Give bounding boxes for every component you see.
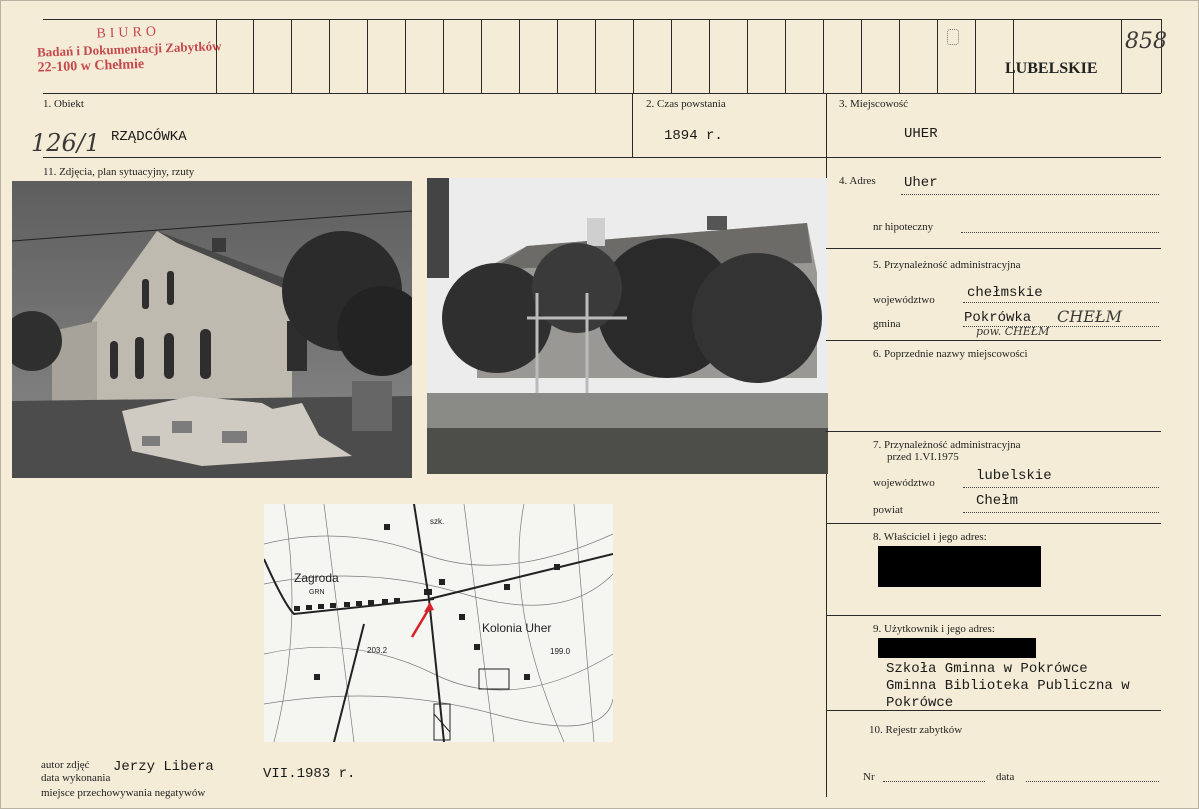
date-label: data wykonania	[41, 772, 111, 784]
map-label-grn: GRN	[309, 589, 325, 596]
register-nr-dotline	[883, 781, 985, 782]
sec5-bottom	[826, 340, 1161, 341]
building-photo-right	[427, 178, 828, 474]
header-column-rule	[899, 19, 900, 93]
header-column-rule	[709, 19, 710, 93]
building-photo-left	[12, 181, 412, 478]
sec7-bottom	[826, 523, 1161, 524]
mortgage-dotline	[961, 232, 1159, 233]
header-column-rule	[671, 19, 672, 93]
admin-commune-label: gmina	[873, 318, 901, 330]
admin-voivodeship-label: województwo	[873, 294, 935, 306]
user-line1: Szkoła Gminna w Pokrówce	[886, 661, 1088, 677]
admin-before-county-value: Chełm	[976, 493, 1019, 509]
admin-before-voivodeship-label: województwo	[873, 477, 935, 489]
admin-before-county-dotline	[963, 512, 1159, 513]
header-column-rule	[861, 19, 862, 93]
header-column-rule	[823, 19, 824, 93]
header-column-rule	[1121, 19, 1122, 93]
admin-before-voivodeship-dotline	[963, 487, 1159, 488]
header-column-rule	[937, 19, 938, 93]
user-line3: Pokrówce	[886, 695, 954, 711]
header-column-rule	[329, 19, 330, 93]
header-column-rule	[595, 19, 596, 93]
mortgage-label: nr hipoteczny	[873, 221, 934, 233]
period-label: 2. Czas powstania	[646, 98, 726, 110]
user-redaction	[878, 638, 1036, 658]
locality-label: 3. Miejscowość	[839, 98, 909, 110]
owner-redaction	[878, 546, 1041, 587]
header-column-rule	[785, 19, 786, 93]
admin-before-county-label: powiat	[873, 504, 903, 516]
sec8-bottom	[826, 615, 1161, 616]
inventory-card: BIURO Badań i Dokumentacji Zabytków 22-1…	[0, 0, 1199, 809]
header-column-rule	[481, 19, 482, 93]
location-map-image: Zagroda GRN Kolonia Uher 203.2 199.0 szk…	[264, 504, 613, 742]
sec6-bottom	[826, 431, 1161, 432]
admin-before-label2: przed 1.VI.1975	[887, 451, 959, 463]
photos-label: 11. Zdjęcia, plan sytuacyjny, rzuty	[43, 166, 195, 178]
sec4-bottom	[826, 248, 1161, 249]
address-value: Uher	[904, 175, 938, 191]
author-value: Jerzy Libera	[113, 759, 214, 775]
locality-value: UHER	[904, 126, 938, 142]
owner-label: 8. Właściciel i jego adres:	[873, 531, 987, 543]
header-column-rule	[443, 19, 444, 93]
region-name: LUBELSKIE	[1005, 60, 1098, 77]
header-column-rule	[519, 19, 520, 93]
header-bottom-rule	[43, 93, 1161, 94]
object-hand-note: 126/1	[31, 129, 101, 157]
header-column-rule	[405, 19, 406, 93]
row1-bottom	[43, 157, 1161, 158]
admin-before-label: 7. Przynależność administracyjna	[873, 439, 1021, 451]
user-label: 9. Użytkownik i jego adres:	[873, 623, 995, 635]
small-mark-icon	[947, 29, 959, 45]
top-rule	[43, 19, 1161, 20]
map-label-elev1: 203.2	[367, 646, 388, 655]
author-label: autor zdjęć	[41, 759, 90, 771]
register-date-label: data	[996, 771, 1015, 783]
address-dotline	[901, 194, 1159, 195]
register-date-dotline	[1026, 781, 1159, 782]
building-photo-left-image	[12, 181, 412, 478]
period-value: 1894 r.	[664, 128, 723, 144]
header-column-rule	[747, 19, 748, 93]
sec9-bottom	[826, 710, 1161, 711]
admin-commune-value: Pokrówka	[964, 310, 1032, 326]
register-label: 10. Rejestr zabytków	[869, 724, 963, 736]
header-column-rule	[253, 19, 254, 93]
object-label: 1. Obiekt	[43, 98, 84, 110]
map-label-szk: szk.	[430, 517, 444, 526]
institution-stamp: BIURO Badań i Dokumentacji Zabytków 22-1…	[36, 21, 248, 76]
header-column-rule	[291, 19, 292, 93]
user-line2: Gminna Biblioteka Publiczna w	[886, 678, 1130, 694]
admin-hand-note1: CHEŁM	[1057, 307, 1122, 326]
admin-before-voivodeship-value: lubelskie	[976, 468, 1052, 484]
row1-sep-b	[826, 93, 827, 157]
header-column-rule	[367, 19, 368, 93]
header-column-rule	[1013, 19, 1014, 93]
map-label-elev2: 199.0	[550, 647, 571, 656]
catalog-number: 858	[1125, 29, 1167, 54]
row1-sep-a	[632, 93, 633, 157]
register-nr-label: Nr	[863, 771, 875, 783]
object-value: RZĄDCÓWKA	[111, 129, 187, 145]
former-names-label: 6. Poprzednie nazwy miejscowości	[873, 348, 1028, 360]
admin-voivodeship-dotline	[963, 302, 1159, 303]
map-label-zagroda: Zagroda	[294, 571, 339, 585]
map-label-kolonia: Kolonia Uher	[482, 621, 551, 635]
admin-commune-dotline	[963, 326, 1159, 327]
header-column-rule	[557, 19, 558, 93]
admin-voivodeship-value: chełmskie	[967, 285, 1043, 301]
address-label: 4. Adres	[839, 175, 876, 187]
header-column-rule	[975, 19, 976, 93]
admin-label: 5. Przynależność administracyjna	[873, 259, 1021, 271]
storage-label: miejsce przechowywania negatywów	[41, 787, 206, 799]
location-map: Zagroda GRN Kolonia Uher 203.2 199.0 szk…	[264, 504, 613, 742]
date-value: VII.1983 r.	[263, 766, 356, 782]
building-photo-right-image	[427, 178, 828, 474]
header-column-rule	[633, 19, 634, 93]
